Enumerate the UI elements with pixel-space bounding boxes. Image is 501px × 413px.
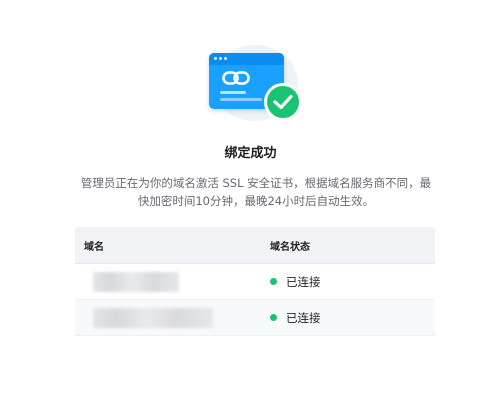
check-circle-icon — [264, 83, 302, 121]
table-row: 已连接 — [75, 264, 435, 300]
status-dot-icon — [270, 314, 277, 321]
domain-cell — [75, 307, 270, 328]
column-header-domain: 域名 — [84, 241, 104, 253]
browser-link-check-illustration — [206, 43, 306, 123]
status-label: 已连接 — [286, 274, 321, 289]
table-header: 域名 域名状态 — [75, 227, 435, 264]
dialog-description: 管理员正在为你的域名激活 SSL 安全证书，根据域名服务商不同，最快加密时间10… — [80, 176, 432, 208]
text-line-decoration — [220, 91, 246, 94]
dialog-title: 绑定成功 — [224, 146, 277, 161]
domain-table: 域名 域名状态 已连接 已连接 — [75, 227, 435, 336]
column-header-status: 域名状态 — [270, 241, 310, 253]
text-line-decoration — [220, 98, 262, 101]
domain-cell — [75, 271, 270, 292]
browser-title-bar — [209, 53, 284, 65]
redacted-domain — [93, 271, 179, 292]
status-label: 已连接 — [286, 310, 321, 325]
redacted-domain — [93, 307, 213, 328]
bind-success-dialog: 绑定成功 管理员正在为你的域名激活 SSL 安全证书，根据域名服务商不同，最快加… — [0, 0, 501, 413]
link-icon — [222, 71, 250, 85]
status-dot-icon — [270, 278, 277, 285]
status-cell: 已连接 — [270, 274, 435, 290]
status-cell: 已连接 — [270, 310, 435, 326]
table-row: 已连接 — [75, 300, 435, 336]
